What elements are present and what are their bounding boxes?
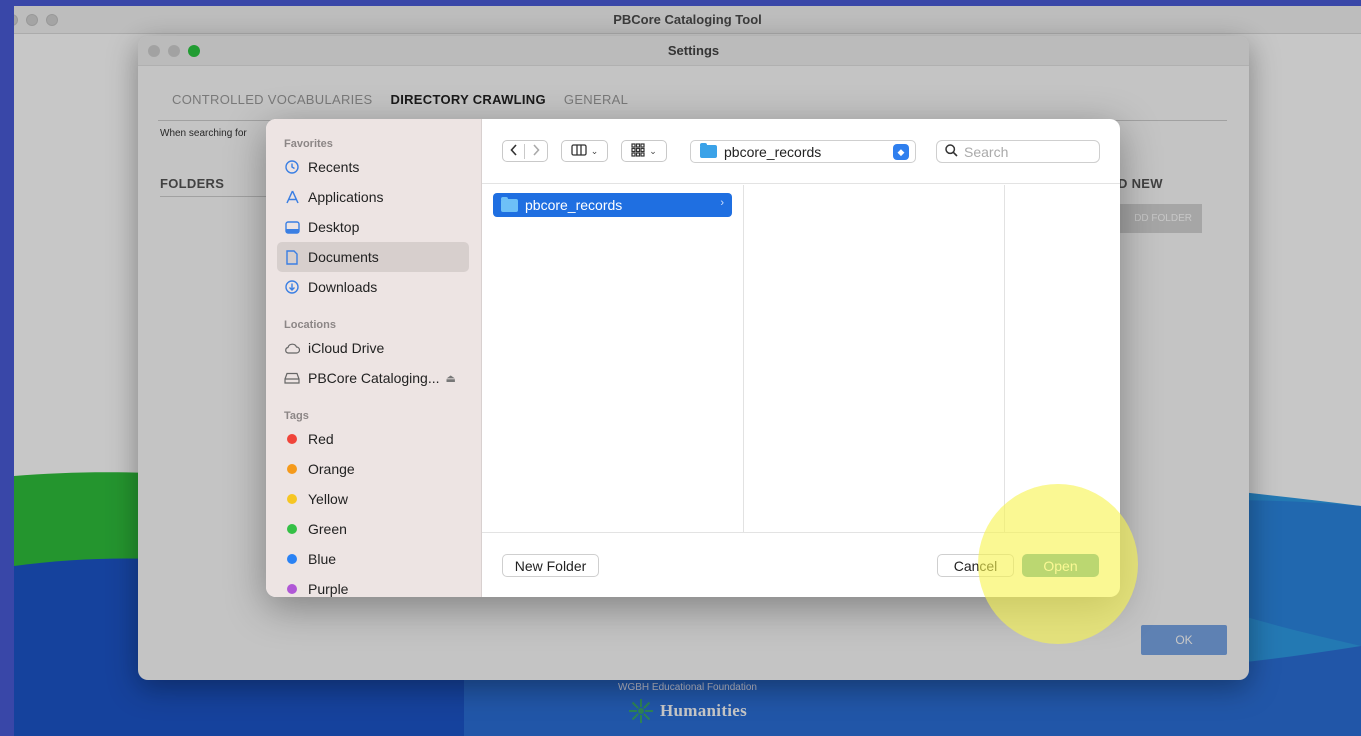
sidebar-item-label: PBCore Cataloging...: [308, 370, 440, 386]
dialog-toolbar: ⌄ ⌄ pbcore_records ◆: [482, 119, 1120, 184]
sidebar-item-label: Red: [308, 431, 334, 447]
folder-icon: [700, 143, 717, 158]
open-button[interactable]: Open: [1022, 554, 1099, 577]
desktop-icon: [284, 219, 300, 235]
tab-controlled-vocabularies[interactable]: CONTROLLED VOCABULARIES: [172, 92, 373, 107]
orange-tag-dot-icon: [287, 464, 297, 474]
sidebar-tag-blue[interactable]: Blue: [277, 544, 469, 574]
green-tag-dot-icon: [287, 524, 297, 534]
disk-icon: [284, 370, 300, 386]
dialog-footer: New Folder Cancel Open: [482, 532, 1120, 597]
file-row-pbcore-records[interactable]: pbcore_records ›: [493, 193, 732, 217]
sidebar-item-label: Blue: [308, 551, 337, 567]
locations-heading: Locations: [284, 319, 336, 331]
cloud-icon: [284, 340, 300, 356]
sidebar-item-label: Orange: [308, 461, 355, 477]
sidebar-item-label: Purple: [308, 581, 349, 597]
path-popup-button[interactable]: pbcore_records ◆: [690, 140, 916, 163]
grid-view-icon: [631, 142, 645, 160]
eject-icon[interactable]: ⏏: [446, 372, 456, 385]
chevron-right-icon: ›: [720, 197, 724, 209]
sidebar-tag-purple[interactable]: Purple: [277, 574, 469, 597]
tab-general[interactable]: GENERAL: [564, 92, 628, 107]
chevron-right-icon[interactable]: [525, 143, 547, 159]
settings-window-controls: [148, 45, 200, 57]
sidebar-item-label: Applications: [308, 189, 384, 205]
search-icon: [945, 143, 958, 160]
sidebar-item-icloud-drive[interactable]: iCloud Drive: [277, 333, 469, 363]
yellow-tag-dot-icon: [287, 494, 297, 504]
blue-tag-dot-icon: [287, 554, 297, 564]
download-icon: [284, 279, 300, 295]
close-dot-icon[interactable]: [148, 45, 160, 57]
purple-tag-dot-icon: [287, 584, 297, 594]
sidebar-item-recents[interactable]: Recents: [277, 152, 469, 182]
column-divider: [743, 185, 744, 532]
path-folder-label: pbcore_records: [724, 143, 822, 160]
sidebar-item-documents[interactable]: Documents: [277, 242, 469, 272]
settings-title: Settings: [667, 43, 720, 58]
humanities-emblem-icon: [629, 699, 653, 723]
sidebar-item-pbcore-volume[interactable]: PBCore Cataloging... ⏏: [277, 363, 469, 393]
folders-divider: [160, 196, 270, 197]
sidebar-tag-green[interactable]: Green: [277, 514, 469, 544]
chevron-down-icon: ⌄: [649, 145, 657, 156]
minimize-dot-icon[interactable]: [168, 45, 180, 57]
ok-button[interactable]: OK: [1141, 625, 1227, 655]
new-folder-button[interactable]: New Folder: [502, 554, 599, 577]
clock-icon: [284, 159, 300, 175]
chevron-down-icon: ⌄: [590, 145, 599, 156]
column-divider: [1004, 185, 1005, 532]
sidebar-item-desktop[interactable]: Desktop: [277, 212, 469, 242]
sidebar-item-applications[interactable]: Applications: [277, 182, 469, 212]
sidebar-item-label: Recents: [308, 159, 360, 175]
chevron-left-icon[interactable]: [503, 143, 525, 159]
open-file-dialog: Favorites Recents Applications Desktop D…: [266, 119, 1120, 597]
red-tag-dot-icon: [287, 434, 297, 444]
file-row-label: pbcore_records: [525, 197, 623, 213]
settings-titlebar: Settings: [138, 36, 1249, 66]
search-input[interactable]: [964, 143, 1094, 160]
directory-crawling-hint: When searching for: [160, 128, 247, 139]
applications-icon: [284, 189, 300, 205]
sidebar-item-label: Desktop: [308, 219, 360, 235]
dialog-sidebar: Favorites Recents Applications Desktop D…: [266, 119, 482, 597]
zoom-dot-icon[interactable]: [188, 45, 200, 57]
columns-view-icon: [571, 143, 587, 159]
folder-icon: [501, 196, 518, 212]
cancel-button[interactable]: Cancel: [937, 554, 1014, 577]
add-new-heading: D NEW: [1118, 176, 1163, 191]
folders-heading: FOLDERS: [160, 176, 225, 191]
sidebar-item-label: Documents: [308, 249, 379, 265]
dialog-main: ⌄ ⌄ pbcore_records ◆ Search pbcore_recor…: [482, 119, 1120, 597]
humanities-logo: Humanities: [628, 698, 747, 724]
sidebar-tag-yellow[interactable]: Yellow: [277, 484, 469, 514]
sidebar-tag-red[interactable]: Red: [277, 424, 469, 454]
view-mode-button[interactable]: ⌄: [561, 140, 608, 162]
group-by-button[interactable]: ⌄: [621, 140, 667, 162]
sidebar-item-label: Downloads: [308, 279, 378, 295]
tab-directory-crawling[interactable]: DIRECTORY CRAWLING: [391, 92, 546, 107]
sidebar-item-downloads[interactable]: Downloads: [277, 272, 469, 302]
sidebar-tag-orange[interactable]: Orange: [277, 454, 469, 484]
document-icon: [284, 249, 300, 265]
favorites-heading: Favorites: [284, 138, 333, 150]
column-browser: pbcore_records ›: [482, 185, 1120, 532]
tags-heading: Tags: [284, 410, 309, 422]
sidebar-item-label: Yellow: [308, 491, 348, 507]
settings-tabs: CONTROLLED VOCABULARIES DIRECTORY CRAWLI…: [172, 92, 628, 107]
humanities-wordmark: Humanities: [660, 701, 748, 720]
stepper-icon: ◆: [893, 144, 909, 160]
navigation-buttons: [502, 140, 548, 162]
search-field[interactable]: [936, 140, 1100, 163]
sidebar-item-label: Green: [308, 521, 347, 537]
sidebar-item-label: iCloud Drive: [308, 340, 385, 356]
footer-organization: WGBH Educational Foundation: [618, 682, 757, 693]
